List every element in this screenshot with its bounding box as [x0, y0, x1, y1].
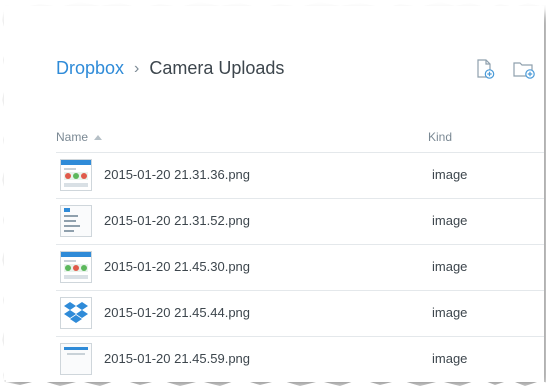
file-list-header: Name Kind [56, 122, 544, 153]
file-row[interactable]: 2015-01-20 21.45.59.png image [56, 337, 544, 380]
name-column-label: Name [56, 130, 89, 144]
file-row[interactable]: 2015-01-20 21.31.36.png image [56, 153, 544, 199]
file-name[interactable]: 2015-01-20 21.45.44.png [104, 305, 250, 320]
file-thumbnail [60, 159, 92, 191]
breadcrumb-current-folder: Camera Uploads [149, 58, 285, 78]
new-file-icon [477, 59, 495, 79]
file-thumbnail [60, 205, 92, 237]
file-name[interactable]: 2015-01-20 21.45.59.png [104, 351, 250, 366]
blank-screenshot-thumbnail-icon [61, 344, 91, 374]
file-row[interactable]: 2015-01-20 21.31.52.png image [56, 199, 544, 245]
file-kind: image [432, 305, 468, 320]
dropbox-file-browser: Dropbox › Camera Uploads Name Kind 2015-… [4, 6, 544, 380]
file-name[interactable]: 2015-01-20 21.31.52.png [104, 213, 250, 228]
file-row[interactable]: 2015-01-20 21.45.30.png image [56, 245, 544, 291]
file-thumbnail [60, 297, 92, 329]
menu-screenshot-thumbnail-icon [61, 206, 91, 236]
file-thumbnail [60, 251, 92, 283]
toolbar-actions [474, 58, 535, 80]
file-kind: image [432, 351, 468, 366]
kind-column-header[interactable]: Kind [428, 130, 452, 144]
file-kind: image [432, 167, 468, 182]
breadcrumb-separator: › [134, 59, 140, 77]
file-thumbnail [60, 343, 92, 375]
app-screenshot-thumbnail-icon [61, 252, 91, 279]
app-screenshot-thumbnail-icon [61, 160, 91, 187]
screenshot-frame: Dropbox › Camera Uploads Name Kind 2015-… [0, 0, 553, 390]
new-file-button[interactable] [474, 58, 496, 80]
file-list: Name Kind 2015-01-20 21.31.36.png image … [56, 122, 544, 380]
page-header: Dropbox › Camera Uploads [56, 54, 544, 94]
name-column-header[interactable]: Name [56, 130, 103, 144]
sort-ascending-icon [94, 134, 103, 140]
file-row[interactable]: 2015-01-20 21.45.44.png image [56, 291, 544, 337]
file-name[interactable]: 2015-01-20 21.45.30.png [104, 259, 250, 274]
breadcrumb: Dropbox › Camera Uploads [56, 58, 284, 79]
new-folder-icon [513, 62, 535, 79]
breadcrumb-dropbox-link[interactable]: Dropbox [56, 58, 124, 79]
dropbox-logo-icon [64, 302, 88, 323]
file-kind: image [432, 213, 468, 228]
file-name[interactable]: 2015-01-20 21.31.36.png [104, 167, 250, 182]
new-folder-button[interactable] [512, 58, 535, 80]
file-kind: image [432, 259, 468, 274]
